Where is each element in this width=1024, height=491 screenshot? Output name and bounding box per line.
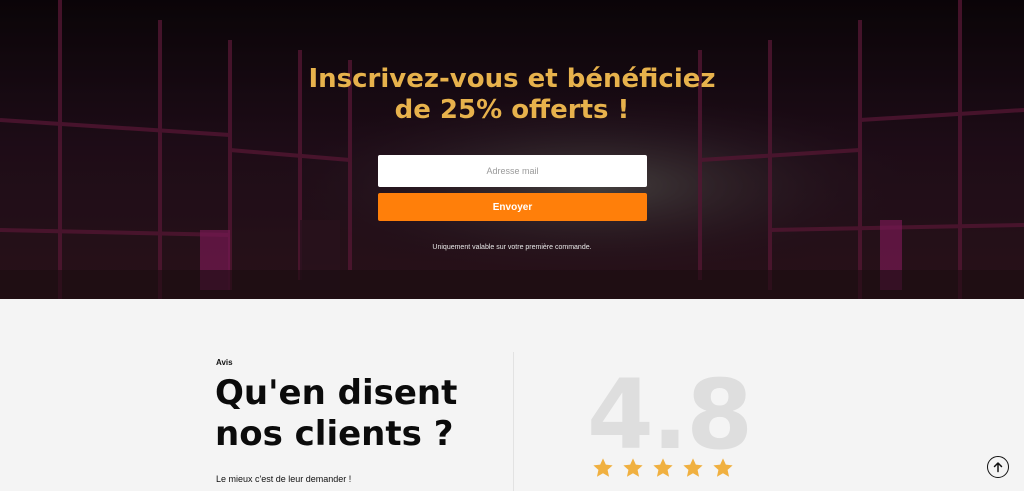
reviews-heading-line1: Qu'en disent [215, 373, 458, 413]
hero-overlay [0, 0, 1024, 299]
star-icon [713, 458, 733, 477]
star-icon [683, 458, 703, 477]
column-divider [513, 352, 514, 491]
reviews-section [0, 299, 1024, 491]
offer-note: Uniquement valable sur votre première co… [432, 244, 592, 251]
email-field[interactable] [378, 155, 647, 187]
rating-stars [592, 457, 734, 479]
signup-headline-line2: de 25% offerts ! [394, 95, 630, 125]
reviews-subtext: Le mieux c'est de leur demander ! [216, 474, 352, 484]
star-icon [623, 458, 643, 477]
section-kicker: Avis [216, 358, 233, 367]
signup-hero: Inscrivez-vous et bénéficiez de 25% offe… [0, 0, 1024, 299]
signup-headline-line1: Inscrivez-vous et bénéficiez [308, 64, 716, 94]
arrow-up-icon [993, 462, 1003, 473]
send-button[interactable]: Envoyer [378, 193, 647, 221]
reviews-heading: Qu'en disent nos clients ? [215, 373, 505, 455]
signup-headline: Inscrivez-vous et bénéficiez de 25% offe… [0, 64, 1024, 126]
star-icon [653, 458, 673, 477]
star-icon [593, 458, 613, 477]
reviews-heading-line2: nos clients ? [215, 414, 454, 454]
back-to-top-button[interactable] [987, 456, 1009, 478]
rating-score: 4.8 [587, 359, 753, 471]
